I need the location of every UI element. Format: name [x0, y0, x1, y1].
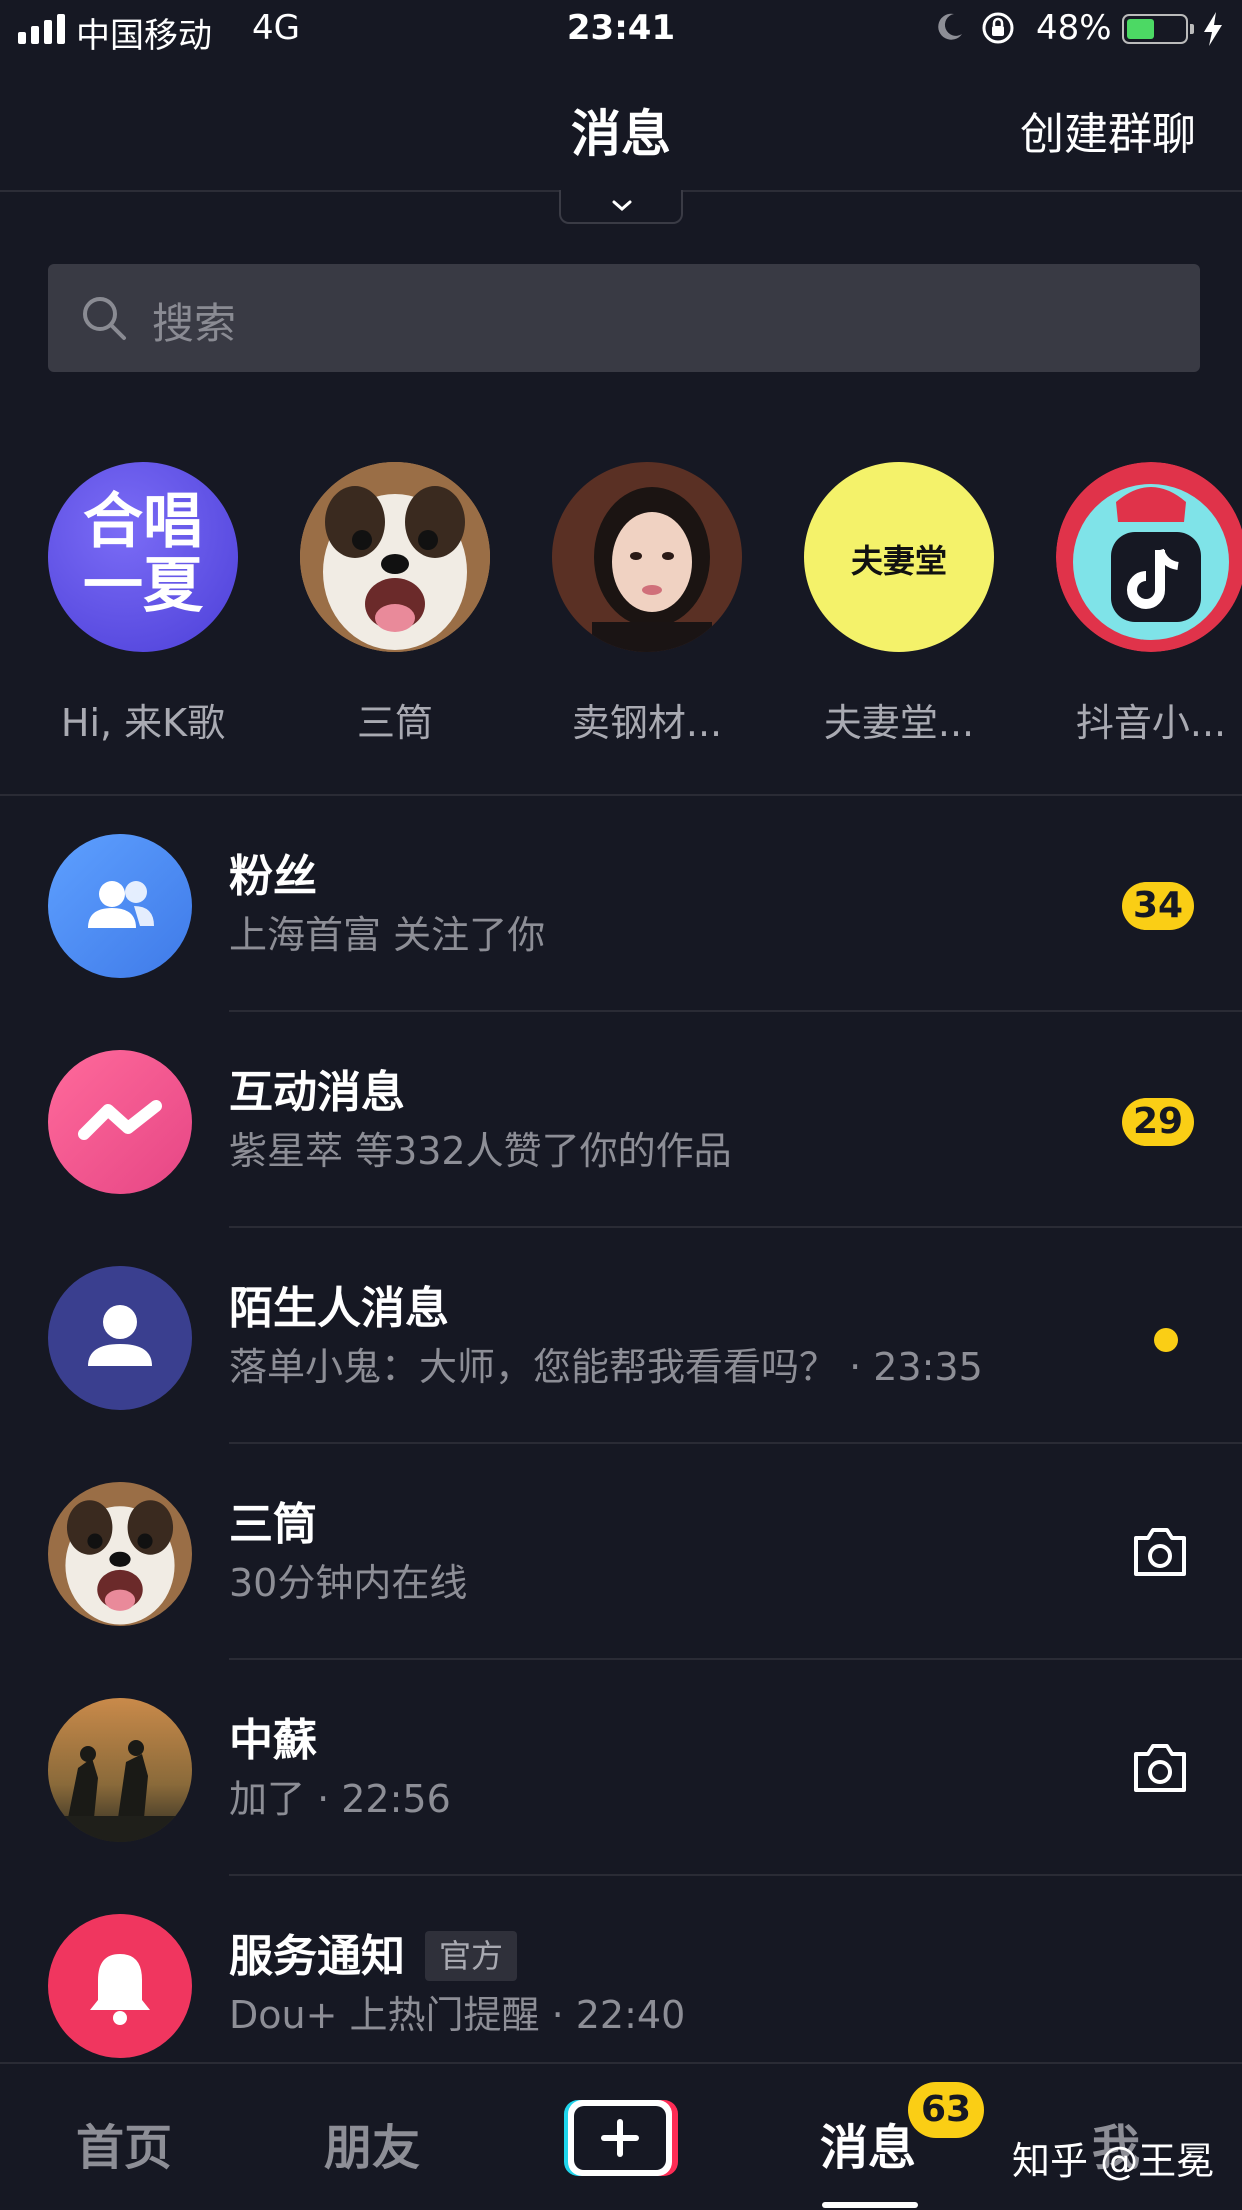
- message-subtitle: 30分钟内在线: [229, 1561, 468, 1605]
- stranger-icon: [48, 1266, 192, 1410]
- story-item[interactable]: 抖音小...: [1056, 462, 1242, 745]
- story-item[interactable]: 三筒: [300, 462, 490, 745]
- nav-friends[interactable]: 朋友: [324, 2108, 420, 2178]
- nav-messages-badge: 63: [908, 2082, 984, 2138]
- woman-avatar: [552, 462, 742, 652]
- story-avatar: 合唱 一夏: [48, 462, 238, 652]
- charging-icon: [1204, 12, 1222, 46]
- soldiers-avatar: [48, 1698, 192, 1842]
- interaction-icon: [48, 1050, 192, 1194]
- story-item[interactable]: 卖钢材...: [552, 462, 742, 745]
- pull-down-tab[interactable]: [559, 190, 683, 224]
- message-subtitle: 加了 · 22:56: [229, 1777, 451, 1821]
- people-icon: [88, 881, 154, 928]
- bell-glyph: [90, 1954, 150, 2025]
- person-icon: [88, 1305, 152, 1366]
- avatar-text-line: 合唱: [83, 487, 203, 557]
- list-item-fans[interactable]: 粉丝 上海首富 关注了你 34: [0, 796, 1242, 1012]
- story-item[interactable]: 合唱 一夏 Hi, 来K歌: [48, 462, 238, 745]
- tiktok-icon: [1056, 462, 1242, 652]
- camera-icon[interactable]: [1128, 1520, 1192, 1584]
- status-bar: 中国移动 4G 23:41 48%: [0, 0, 1242, 62]
- battery-percent: 48%: [1036, 8, 1112, 48]
- dog-face-icon: [48, 1482, 192, 1626]
- list-item-strangers[interactable]: 陌生人消息 落单小鬼：大师，您能帮我看看吗？ · 23:35: [0, 1228, 1242, 1444]
- message-title: 互动消息: [229, 1067, 405, 1118]
- list-item-chat[interactable]: 三筒 30分钟内在线: [0, 1444, 1242, 1660]
- message-title: 中蘇: [229, 1715, 317, 1766]
- list-item-interactions[interactable]: 互动消息 紫星萃 等332人赞了你的作品 29: [0, 1012, 1242, 1228]
- message-title: 陌生人消息: [229, 1283, 449, 1334]
- avatar-text-line: 一夏: [83, 551, 203, 621]
- dog-face-icon: [300, 462, 490, 652]
- camera-icon[interactable]: [1128, 1736, 1192, 1800]
- message-title-text: 服务通知: [229, 1931, 405, 1982]
- zigzag-icon: [78, 1100, 162, 1140]
- nav-messages[interactable]: 消息: [820, 2108, 916, 2178]
- avatar-text: 夫妻堂: [850, 542, 947, 580]
- story-label: 三筒: [356, 701, 433, 745]
- fans-icon: [48, 834, 192, 978]
- avatar-text: 合唱 一夏: [48, 490, 238, 618]
- dog-avatar: [48, 1482, 192, 1626]
- active-tab-indicator: [822, 2202, 918, 2208]
- message-subtitle: 紫星萃 等332人赞了你的作品: [229, 1129, 732, 1173]
- person-photo: [552, 462, 742, 652]
- official-tag: 官方: [425, 1931, 518, 1981]
- chevron-down-icon: [612, 200, 632, 211]
- story-label: 卖钢材...: [571, 701, 723, 745]
- message-title: 粉丝: [229, 851, 317, 902]
- message-title: 三筒: [229, 1499, 317, 1550]
- story-label: 抖音小...: [1075, 701, 1227, 745]
- story-item[interactable]: 夫妻堂 夫妻堂...: [804, 462, 994, 745]
- silhouette-photo: [48, 1698, 192, 1842]
- search-icon: [83, 297, 126, 340]
- create-post-button[interactable]: [560, 2098, 680, 2178]
- rotation-lock-icon: [982, 12, 1014, 44]
- unread-badge: 29: [1122, 1098, 1194, 1146]
- story-avatar: 夫妻堂: [804, 462, 994, 652]
- message-title: 服务通知 官方: [229, 1920, 518, 1984]
- moon-icon: [938, 13, 962, 40]
- unread-badge: 34: [1122, 882, 1194, 930]
- battery-icon: [1122, 14, 1194, 44]
- unread-dot: [1154, 1328, 1178, 1352]
- bell-icon: [48, 1914, 192, 2058]
- tiktok-avatar: [1056, 462, 1242, 652]
- search-placeholder: 搜索: [152, 299, 237, 348]
- watermark: 知乎 @王冕: [1012, 2139, 1215, 2183]
- story-label: Hi, 来K歌: [60, 701, 226, 745]
- search-input[interactable]: 搜索: [48, 264, 1200, 372]
- story-label: 夫妻堂...: [823, 701, 975, 745]
- message-subtitle: 上海首富 关注了你: [229, 913, 546, 957]
- list-item-chat[interactable]: 中蘇 加了 · 22:56: [0, 1660, 1242, 1876]
- message-subtitle: Dou+ 上热门提醒 · 22:40: [229, 1993, 686, 2037]
- message-subtitle: 落单小鬼：大师，您能帮我看看吗？ · 23:35: [229, 1345, 983, 1389]
- list-item-service[interactable]: 服务通知 官方 Dou+ 上热门提醒 · 22:40: [0, 1876, 1242, 2092]
- nav-home[interactable]: 首页: [76, 2108, 172, 2178]
- create-group-button[interactable]: 创建群聊: [1020, 98, 1196, 162]
- dog-avatar: [300, 462, 490, 652]
